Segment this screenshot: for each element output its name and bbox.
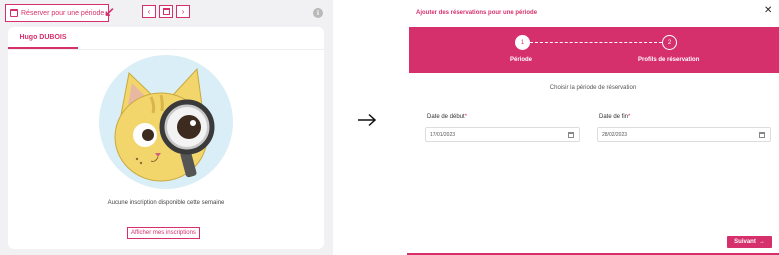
calendar-icon[interactable]	[759, 132, 765, 138]
period-reservation-modal: Ajouter des réservations pour une périod…	[407, 0, 779, 255]
start-date-input[interactable]: 17/01/2023	[425, 127, 580, 142]
required-marker: *	[628, 114, 631, 120]
empty-state-message: Aucune inscription disponible cette sema…	[107, 200, 225, 206]
toolbar: Réserver pour une période	[5, 4, 110, 22]
step-connector	[530, 42, 662, 43]
next-button-label: Suivant	[734, 239, 756, 245]
end-date-input[interactable]: 28/02/2023	[597, 127, 771, 142]
step-1-indicator: 1	[515, 35, 530, 50]
transition-arrow-icon	[358, 113, 377, 127]
arrow-right-icon: →	[758, 239, 765, 245]
searching-cat-illustration	[99, 55, 233, 189]
previous-week-button[interactable]: ‹	[142, 5, 156, 18]
stepper: 1 2 Période Profils de réservation	[409, 27, 779, 73]
reserve-period-label: Réserver pour une période	[21, 9, 105, 17]
weekly-view-panel: Réserver pour une période ↙ ‹ › i Hugo D…	[0, 0, 333, 255]
tab-child[interactable]: Hugo DUBOIS	[8, 27, 78, 49]
chevron-right-icon: ›	[181, 6, 185, 16]
calendar-icon	[10, 9, 18, 17]
start-date-label-text: Date de début	[427, 114, 465, 120]
close-icon[interactable]: ✕	[764, 6, 772, 16]
calendar-picker-button[interactable]	[159, 5, 173, 18]
annotation-arrow-icon: ↙	[104, 4, 115, 19]
child-card: Hugo DUBOIS Aucune inscription disponibl…	[8, 27, 324, 249]
next-button[interactable]: Suivant →	[727, 236, 772, 248]
info-icon[interactable]: i	[313, 8, 323, 18]
calendar-icon[interactable]	[568, 132, 574, 138]
week-navigation: ‹ ›	[142, 5, 190, 18]
step-2-indicator: 2	[662, 35, 677, 50]
next-week-button[interactable]: ›	[176, 5, 190, 18]
modal-title: Ajouter des réservations pour une périod…	[416, 10, 538, 16]
step-1-label: Période	[510, 57, 533, 63]
reserve-period-button[interactable]: Réserver pour une période	[5, 4, 110, 22]
end-date-value: 28/02/2023	[602, 131, 628, 138]
calendar-icon	[162, 8, 170, 15]
step-subtitle: Choisir la période de réservation	[549, 85, 637, 91]
end-date-label-text: Date de fin	[599, 114, 629, 120]
step-2-label: Profils de réservation	[638, 57, 700, 63]
start-date-value: 17/01/2023	[430, 131, 456, 138]
chevron-left-icon: ‹	[147, 6, 151, 16]
show-registrations-button[interactable]: Afficher mes inscriptions	[127, 227, 200, 239]
end-date-label: Date de fin*	[599, 114, 630, 120]
required-marker: *	[464, 114, 468, 120]
tab-divider	[8, 49, 324, 50]
start-date-label: Date de début*	[427, 114, 467, 120]
